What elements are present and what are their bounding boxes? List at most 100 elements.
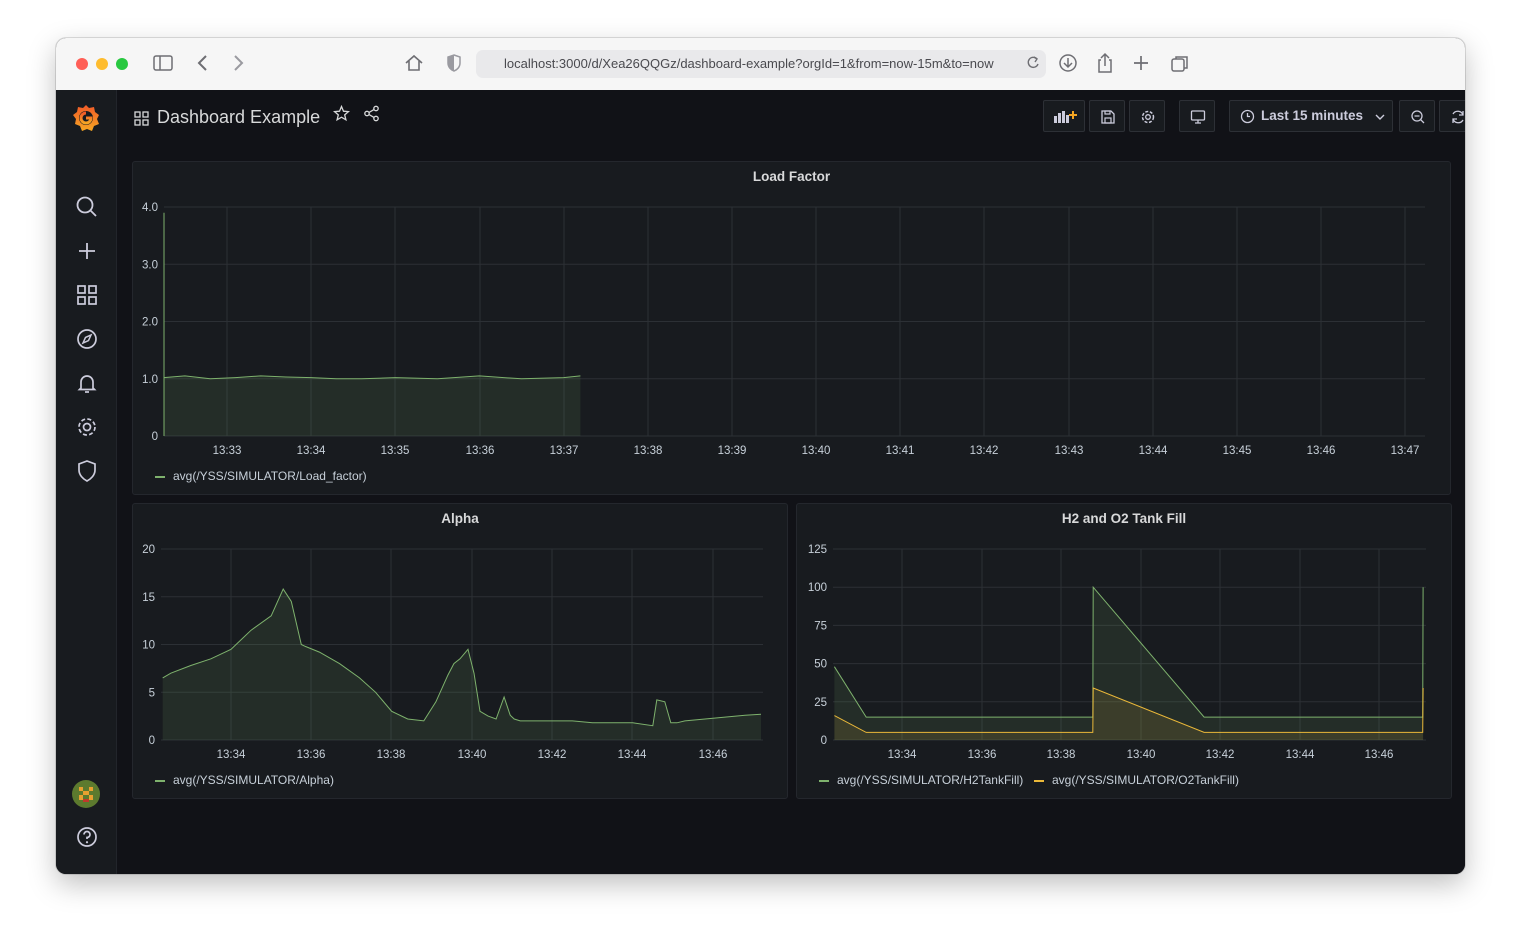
x-tick-label: 13:46 bbox=[1307, 445, 1336, 457]
y-tick-label: 3.0 bbox=[142, 259, 158, 271]
share-icon[interactable] bbox=[1096, 52, 1114, 74]
dashboard-settings-button[interactable] bbox=[1129, 100, 1165, 132]
x-tick-label: 13:40 bbox=[1127, 749, 1156, 761]
x-tick-label: 13:36 bbox=[297, 749, 326, 761]
star-icon[interactable] bbox=[333, 105, 350, 122]
refresh-dashboard-button[interactable] bbox=[1439, 100, 1465, 132]
forward-icon[interactable] bbox=[231, 54, 245, 72]
legend-swatch bbox=[155, 475, 165, 478]
x-tick-label: 13:47 bbox=[1391, 445, 1420, 457]
share-dashboard-icon[interactable] bbox=[363, 105, 380, 122]
y-tick-label: 5 bbox=[149, 687, 155, 699]
time-range-label: Last 15 minutes bbox=[1261, 108, 1364, 123]
x-tick-label: 13:44 bbox=[1286, 749, 1315, 761]
y-tick-label: 100 bbox=[808, 582, 827, 594]
home-icon[interactable] bbox=[404, 53, 424, 73]
x-tick-label: 13:40 bbox=[458, 749, 487, 761]
legend-item[interactable]: avg(/YSS/SIMULATOR/O2TankFill) bbox=[1030, 773, 1239, 787]
configuration-gear-icon[interactable] bbox=[74, 414, 100, 440]
add-panel-button[interactable] bbox=[1043, 100, 1085, 132]
x-tick-label: 13:33 bbox=[213, 445, 242, 457]
panel-load-factor[interactable]: Load Factor 0 1.0 2.0 3.0 4.0 13:33 13:34 13:35… bbox=[132, 161, 1451, 495]
save-dashboard-button[interactable] bbox=[1089, 100, 1125, 132]
zoom-window-button[interactable] bbox=[116, 58, 128, 70]
new-tab-icon[interactable] bbox=[1132, 54, 1150, 72]
privacy-shield-icon[interactable] bbox=[446, 53, 462, 73]
search-icon[interactable] bbox=[74, 194, 100, 220]
add-panel-icon bbox=[1054, 111, 1077, 123]
help-icon[interactable] bbox=[74, 824, 100, 850]
back-icon[interactable] bbox=[196, 54, 210, 72]
y-tick-label: 25 bbox=[814, 697, 827, 709]
series-area bbox=[162, 589, 761, 740]
x-tick-label: 13:34 bbox=[888, 749, 917, 761]
tab-overview-icon[interactable] bbox=[1170, 54, 1190, 74]
x-tick-label: 13:44 bbox=[618, 749, 647, 761]
tank-fill-chart[interactable]: 0 25 50 75 100 125 13:34 13:36 13:38 13:40 13:42 13… bbox=[797, 504, 1453, 800]
x-tick-label: 13:40 bbox=[802, 445, 831, 457]
alpha-chart[interactable]: 0 5 10 15 20 13:34 13:36 13:38 13:40 13:42 13:44 13… bbox=[133, 504, 789, 800]
x-tick-label: 13:35 bbox=[381, 445, 410, 457]
y-tick-label: 20 bbox=[142, 544, 155, 556]
y-tick-label: 0 bbox=[149, 735, 155, 747]
x-tick-label: 13:37 bbox=[550, 445, 579, 457]
x-tick-label: 13:46 bbox=[699, 749, 728, 761]
x-tick-label: 13:39 bbox=[718, 445, 747, 457]
x-tick-label: 13:46 bbox=[1365, 749, 1394, 761]
dashboard-title[interactable]: Dashboard Example bbox=[157, 106, 320, 128]
alerting-bell-icon[interactable] bbox=[74, 370, 100, 396]
zoom-out-button[interactable] bbox=[1399, 100, 1435, 132]
panel-tank-fill[interactable]: H2 and O2 Tank Fill 0 25 50 75 100 125 13:34 13… bbox=[796, 503, 1452, 799]
legend-item[interactable]: avg(/YSS/SIMULATOR/Alpha) bbox=[151, 773, 334, 787]
explore-compass-icon[interactable] bbox=[74, 326, 100, 352]
legend-swatch bbox=[155, 779, 165, 782]
legend-item[interactable]: avg(/YSS/SIMULATOR/Load_factor) bbox=[151, 469, 367, 483]
server-admin-shield-icon[interactable] bbox=[74, 458, 100, 484]
x-tick-label: 13:36 bbox=[968, 749, 997, 761]
x-tick-label: 13:34 bbox=[217, 749, 246, 761]
y-tick-label: 15 bbox=[142, 592, 155, 604]
x-tick-label: 13:42 bbox=[538, 749, 567, 761]
user-avatar[interactable] bbox=[72, 780, 100, 808]
dashboard-main: Dashboard Example Last 15 minutes Load F… bbox=[117, 90, 1465, 874]
grafana-logo-icon[interactable] bbox=[70, 102, 102, 134]
panel-alpha[interactable]: Alpha 0 5 10 15 20 13:34 13:36 13:38 13:40 13:42 1… bbox=[132, 503, 788, 799]
browser-toolbar: localhost:3000/d/Xea26QQGz/dashboard-exa… bbox=[56, 38, 1465, 91]
browser-window: localhost:3000/d/Xea26QQGz/dashboard-exa… bbox=[56, 38, 1465, 874]
x-tick-label: 13:41 bbox=[886, 445, 915, 457]
x-tick-label: 13:36 bbox=[466, 445, 495, 457]
legend-label: avg(/YSS/SIMULATOR/H2TankFill) bbox=[837, 773, 1024, 787]
settings-gear-icon bbox=[1141, 110, 1155, 124]
x-tick-label: 13:38 bbox=[1047, 749, 1076, 761]
minimize-window-button[interactable] bbox=[96, 58, 108, 70]
y-tick-label: 50 bbox=[814, 659, 827, 671]
downloads-icon[interactable] bbox=[1058, 53, 1078, 73]
reload-icon[interactable] bbox=[1026, 55, 1040, 71]
x-tick-label: 13:44 bbox=[1139, 445, 1168, 457]
y-tick-label: 2.0 bbox=[142, 317, 158, 329]
create-plus-icon[interactable] bbox=[74, 238, 100, 264]
sidebar-toggle-icon[interactable] bbox=[153, 54, 173, 72]
y-tick-label: 75 bbox=[814, 620, 827, 632]
x-tick-label: 13:34 bbox=[297, 445, 326, 457]
load-factor-chart[interactable]: 0 1.0 2.0 3.0 4.0 13:33 13:34 13:35 13:36 13:37 13… bbox=[133, 162, 1452, 496]
time-range-picker[interactable]: Last 15 minutes bbox=[1229, 100, 1393, 132]
legend-label: avg(/YSS/SIMULATOR/Alpha) bbox=[173, 773, 334, 787]
url-text: localhost:3000/d/Xea26QQGz/dashboard-exa… bbox=[504, 56, 994, 71]
legend-item[interactable]: avg(/YSS/SIMULATOR/H2TankFill) bbox=[815, 773, 1023, 787]
address-bar[interactable]: localhost:3000/d/Xea26QQGz/dashboard-exa… bbox=[476, 50, 1046, 78]
y-tick-label: 1.0 bbox=[142, 374, 158, 386]
zoom-out-icon bbox=[1411, 110, 1425, 124]
dashboard-grid-icon bbox=[134, 111, 149, 126]
y-tick-label: 4.0 bbox=[142, 202, 158, 214]
cycle-view-mode-button[interactable] bbox=[1179, 100, 1215, 132]
x-tick-label: 13:43 bbox=[1055, 445, 1084, 457]
series-area bbox=[164, 212, 581, 436]
legend-swatch bbox=[819, 779, 829, 782]
legend-label: avg(/YSS/SIMULATOR/Load_factor) bbox=[173, 469, 367, 483]
y-tick-label: 0 bbox=[821, 735, 827, 747]
dashboards-icon[interactable] bbox=[74, 282, 100, 308]
monitor-icon bbox=[1190, 110, 1206, 124]
close-window-button[interactable] bbox=[76, 58, 88, 70]
y-tick-label: 125 bbox=[808, 544, 827, 556]
